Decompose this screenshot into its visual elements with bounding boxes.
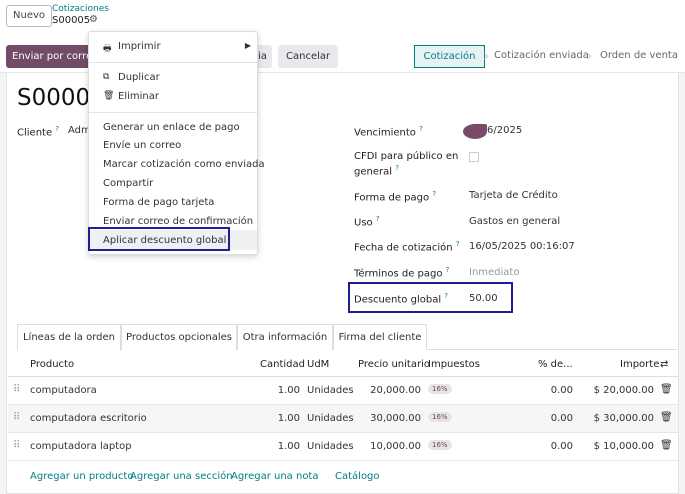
row-quantity[interactable]: 1.00: [260, 413, 300, 424]
row-quantity[interactable]: 1.00: [260, 385, 300, 396]
row-unit-price[interactable]: 10,000.00: [358, 441, 421, 452]
col-unit-price[interactable]: Precio unitario: [358, 359, 430, 370]
due-date-field[interactable]: 6/2025: [487, 125, 522, 136]
quotation-date-field[interactable]: 16/05/2025 00:16:07: [469, 241, 575, 252]
table-row[interactable]: ⠿ computadora escritorio 1.00 Unidades 3…: [8, 405, 678, 433]
payment-terms-field[interactable]: Inmediato: [469, 267, 519, 278]
row-uom[interactable]: Unidades: [307, 413, 354, 424]
col-subtotal[interactable]: Importe: [620, 359, 659, 370]
menu-item-confirmation-email[interactable]: Enviar correo de confirmación: [103, 216, 253, 227]
trash-icon: 🗑: [103, 91, 115, 101]
col-uom[interactable]: UdM: [307, 359, 329, 370]
tax-badge: 16%: [428, 384, 452, 394]
col-discount[interactable]: % de...: [538, 359, 573, 370]
caret-right-icon: ▶: [244, 41, 251, 50]
drag-handle-icon[interactable]: ⠿: [13, 412, 20, 423]
row-uom[interactable]: Unidades: [307, 441, 354, 452]
tax-badge: 16%: [428, 440, 452, 450]
menu-item-send-email[interactable]: Envíe un correo: [103, 140, 181, 151]
tax-badge: 16%: [428, 412, 452, 422]
gear-action-menu: 🖶 Imprimir ▶ ⧉ Duplicar 🗑 Eliminar Gener…: [88, 31, 265, 255]
menu-divider: [89, 62, 257, 63]
cfdi-label: CFDI para público en: [354, 151, 459, 162]
col-taxes[interactable]: Impuestos: [428, 359, 480, 370]
add-note-link[interactable]: Agregar una nota: [231, 471, 319, 482]
menu-item-duplicate[interactable]: Duplicar: [118, 72, 160, 83]
breadcrumb-parent[interactable]: Cotizaciones: [52, 4, 109, 14]
tab-other-info[interactable]: Otra información: [237, 324, 333, 350]
row-subtotal: $ 30,000.00: [593, 413, 654, 424]
cfdi-checkbox[interactable]: [469, 152, 479, 162]
table-row[interactable]: ⠿ computadora laptop 1.00 Unidades 10,00…: [8, 433, 678, 461]
trash-icon[interactable]: 🗑: [660, 384, 673, 395]
global-discount-highlight: [348, 282, 513, 313]
row-discount[interactable]: 0.00: [538, 385, 573, 396]
row-quantity[interactable]: 1.00: [260, 441, 300, 452]
col-product[interactable]: Producto: [30, 359, 74, 370]
cancel-button[interactable]: Cancelar: [278, 45, 339, 68]
customer-label: Cliente ?: [17, 125, 60, 139]
payment-method-field[interactable]: Tarjeta de Crédito: [469, 190, 558, 201]
row-product[interactable]: computadora laptop: [30, 441, 132, 452]
tab-optional-products[interactable]: Productos opcionales: [121, 324, 237, 350]
send-email-button[interactable]: Enviar por correo: [6, 45, 98, 68]
payment-method-label: Forma de pago ?: [354, 190, 437, 204]
row-subtotal: $ 20,000.00: [593, 385, 654, 396]
row-product[interactable]: computadora escritorio: [30, 413, 147, 424]
trash-icon[interactable]: 🗑: [660, 440, 673, 451]
row-discount[interactable]: 0.00: [538, 441, 573, 452]
row-product[interactable]: computadora: [30, 385, 97, 396]
row-subtotal: $ 10,000.00: [593, 441, 654, 452]
menu-item-payment-link[interactable]: Generar un enlace de pago: [103, 122, 240, 133]
tab-customer-signature[interactable]: Firma del cliente: [333, 324, 427, 350]
notebook-tabs: Líneas de la orden Productos opcionales …: [17, 324, 677, 351]
table-row[interactable]: ⠿ computadora 1.00 Unidades 20,000.00 16…: [8, 377, 678, 405]
add-section-link[interactable]: Agregar una sección: [130, 471, 233, 482]
row-uom[interactable]: Unidades: [307, 385, 354, 396]
menu-item-share[interactable]: Compartir: [103, 178, 153, 189]
drag-handle-icon[interactable]: ⠿: [13, 384, 20, 395]
breadcrumb-current: S00005: [52, 15, 91, 26]
menu-item-print[interactable]: Imprimir: [118, 41, 161, 52]
col-quantity[interactable]: Cantidad: [260, 359, 305, 370]
apply-discount-highlight: [88, 227, 230, 251]
table-header: Producto Cantidad UdM Precio unitario Im…: [8, 352, 678, 377]
drag-handle-icon[interactable]: ⠿: [13, 440, 20, 451]
catalog-link[interactable]: Catálogo: [335, 471, 380, 482]
row-unit-price[interactable]: 30,000.00: [358, 413, 421, 424]
quotation-date-label: Fecha de cotización ?: [354, 240, 460, 254]
usage-field[interactable]: Gastos en general: [469, 216, 560, 227]
gear-icon[interactable]: ⚙: [89, 14, 98, 25]
usage-label: Uso ?: [354, 215, 380, 229]
menu-divider: [89, 112, 257, 113]
copy-icon: ⧉: [103, 72, 110, 82]
due-date-label: Vencimiento ?: [354, 125, 423, 139]
tab-order-lines[interactable]: Líneas de la orden: [17, 324, 121, 351]
menu-item-mark-sent[interactable]: Marcar cotización como enviada: [103, 159, 265, 170]
status-step-sale-order[interactable]: Orden de venta: [600, 45, 678, 68]
printer-icon: 🖶: [103, 44, 112, 54]
trash-icon[interactable]: 🗑: [660, 412, 673, 423]
menu-item-delete[interactable]: Eliminar: [118, 91, 159, 102]
status-step-quotation-sent[interactable]: Cotización enviada: [494, 45, 589, 68]
menu-item-card-payment[interactable]: Forma de pago tarjeta: [103, 197, 214, 208]
status-step-quotation[interactable]: Cotización: [414, 45, 485, 68]
row-unit-price[interactable]: 20,000.00: [358, 385, 421, 396]
new-button[interactable]: Nuevo: [6, 5, 53, 27]
avatar: [463, 124, 487, 139]
column-settings-icon[interactable]: ⇄: [660, 359, 668, 370]
row-discount[interactable]: 0.00: [538, 413, 573, 424]
payment-terms-label: Términos de pago ?: [354, 266, 450, 280]
cfdi-label-line2: general ?: [354, 164, 399, 178]
add-product-link[interactable]: Agregar un producto: [30, 471, 133, 482]
chevron-right-icon: ›: [586, 46, 593, 65]
chevron-right-icon: ›: [483, 46, 490, 65]
